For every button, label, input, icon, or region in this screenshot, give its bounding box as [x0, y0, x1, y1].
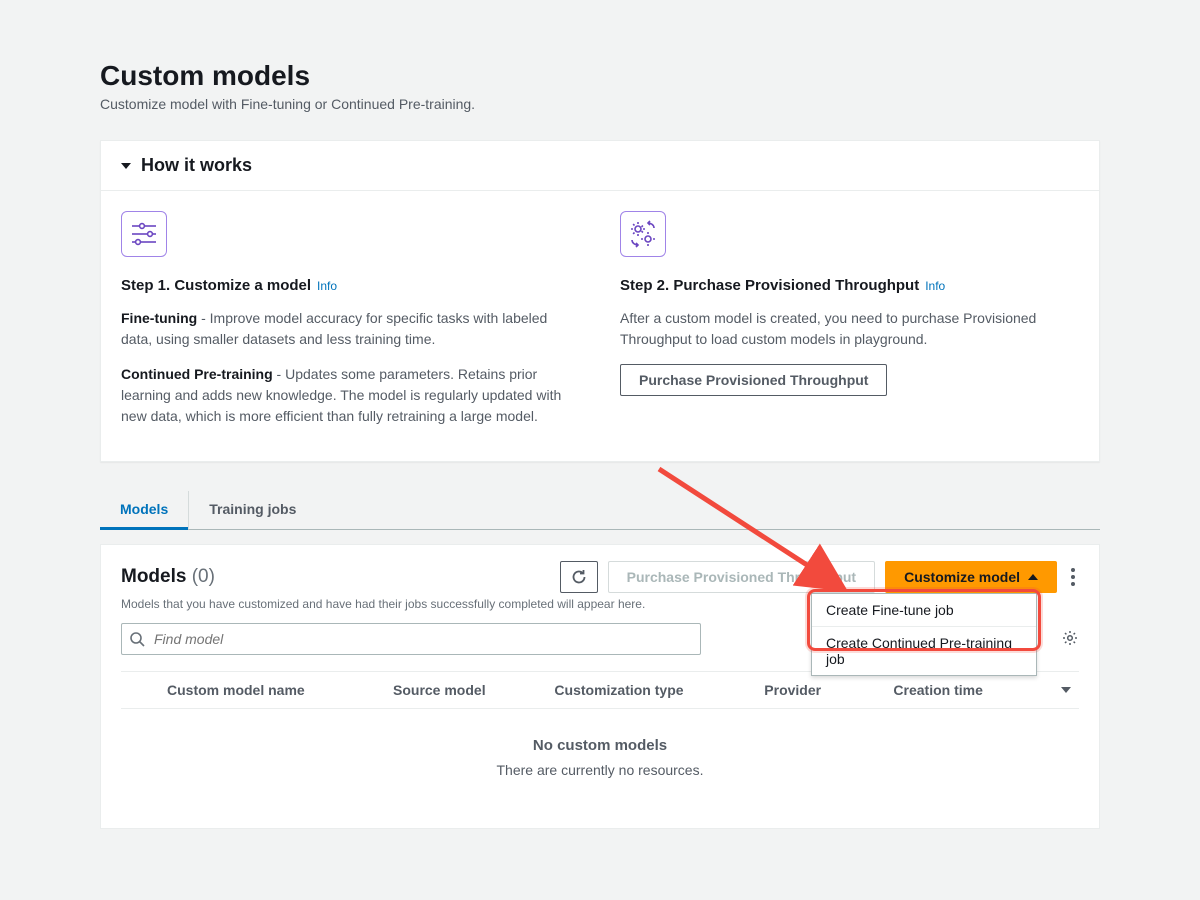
search-icon	[129, 631, 145, 647]
search-input[interactable]	[121, 623, 701, 655]
step-2-paragraph: After a custom model is created, you nee…	[620, 308, 1079, 350]
gear-icon	[1061, 629, 1079, 647]
gears-cycle-icon	[620, 211, 666, 257]
col-provider[interactable]: Provider	[764, 682, 893, 698]
sort-desc-icon	[1061, 687, 1071, 693]
step-1-paragraph-2: Continued Pre-training - Updates some pa…	[121, 364, 580, 427]
caret-down-icon	[121, 163, 131, 169]
caret-up-icon	[1028, 574, 1038, 580]
table-header: Custom model name Source model Customiza…	[121, 671, 1079, 709]
step-1-info-link[interactable]: Info	[317, 279, 337, 293]
empty-subtitle: There are currently no resources.	[121, 762, 1079, 778]
step-1-title: Step 1. Customize a model	[121, 277, 311, 294]
purchase-throughput-button[interactable]: Purchase Provisioned Throughput	[608, 561, 875, 593]
models-panel: Models (0) Purchase Provisioned Throughp…	[100, 544, 1100, 829]
how-it-works-panel: How it works Step 1. Customize a model I…	[100, 140, 1100, 462]
how-it-works-heading: How it works	[141, 155, 252, 176]
col-customization-type[interactable]: Customization type	[554, 682, 764, 698]
col-source-model[interactable]: Source model	[393, 682, 554, 698]
sliders-icon	[121, 211, 167, 257]
refresh-icon	[571, 569, 587, 585]
customize-model-dropdown: Create Fine-tune job Create Continued Pr…	[811, 593, 1037, 676]
customize-model-button[interactable]: Customize model	[885, 561, 1057, 593]
page-subtitle: Customize model with Fine-tuning or Cont…	[100, 96, 1100, 112]
table-settings-button[interactable]	[1061, 629, 1079, 650]
step-2-title: Step 2. Purchase Provisioned Throughput	[620, 277, 919, 294]
more-actions-button[interactable]	[1067, 562, 1079, 592]
tab-models[interactable]: Models	[100, 491, 188, 530]
step-2-info-link[interactable]: Info	[925, 279, 945, 293]
empty-state: No custom models There are currently no …	[121, 709, 1079, 788]
page-title: Custom models	[100, 60, 1100, 92]
models-heading: Models (0)	[121, 566, 215, 588]
col-custom-model-name[interactable]: Custom model name	[167, 682, 393, 698]
models-count: (0)	[192, 566, 215, 587]
step-1-paragraph-1: Fine-tuning - Improve model accuracy for…	[121, 308, 580, 350]
purchase-throughput-button-howto[interactable]: Purchase Provisioned Throughput	[620, 364, 887, 396]
tabs: Models Training jobs	[100, 490, 1100, 530]
empty-title: No custom models	[121, 737, 1079, 754]
step-2: Step 2. Purchase Provisioned Throughput …	[620, 211, 1079, 441]
create-fine-tune-job-item[interactable]: Create Fine-tune job	[812, 594, 1036, 626]
col-creation-time[interactable]: Creation time	[893, 682, 1079, 698]
create-continued-pretraining-job-item[interactable]: Create Continued Pre-training job	[812, 626, 1036, 675]
tab-training-jobs[interactable]: Training jobs	[188, 491, 316, 530]
how-it-works-toggle[interactable]: How it works	[101, 141, 1099, 191]
refresh-button[interactable]	[560, 561, 598, 593]
step-1: Step 1. Customize a model Info Fine-tuni…	[121, 211, 580, 441]
